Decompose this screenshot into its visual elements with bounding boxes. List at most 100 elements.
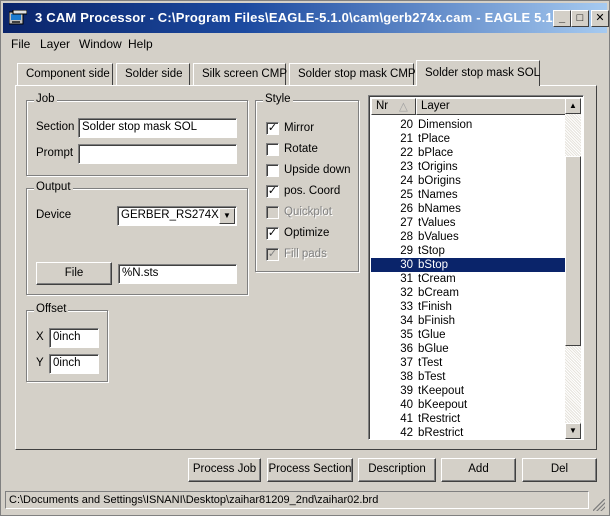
upside-down-checkbox[interactable] — [266, 164, 279, 177]
layer-name: tRestrict — [418, 413, 461, 425]
tab-solder-stop-mask-cmp[interactable]: Solder stop mask CMP — [289, 63, 416, 85]
layer-name: bKeepout — [418, 399, 468, 411]
layer-rows: 20 Dimension 21 tPlace 22 bPlace 23 tOrigins 24 b… — [371, 118, 566, 439]
layer-row[interactable]: 24 bOrigins — [371, 174, 566, 188]
layer-nr: 23 — [400, 161, 413, 173]
maximize-button[interactable]: □ — [571, 10, 589, 27]
process-section-button[interactable]: Process Section — [267, 458, 353, 482]
layer-row[interactable]: 29 tStop — [371, 244, 566, 258]
layer-nr: 32 — [400, 287, 413, 299]
offset-group-label: Offset — [34, 303, 69, 315]
layer-name: bGlue — [418, 343, 449, 355]
layer-name: tFinish — [418, 301, 452, 313]
del-button[interactable]: Del — [522, 458, 597, 482]
title-bar[interactable]: 3 CAM Processor - C:\Program Files\EAGLE… — [3, 3, 609, 33]
layer-row[interactable]: 37 tTest — [371, 356, 566, 370]
offset-x-input[interactable]: 0inch — [49, 328, 99, 348]
file-input[interactable]: %N.sts — [118, 264, 237, 284]
layer-row[interactable]: 31 tCream — [371, 272, 566, 286]
layer-nr: 39 — [400, 385, 413, 397]
fill-pads-checkbox: ✓ — [266, 248, 279, 261]
layer-row[interactable]: 21 tPlace — [371, 132, 566, 146]
layer-nr: 22 — [400, 147, 413, 159]
layer-row[interactable]: 39 tKeepout — [371, 384, 566, 398]
column-header-nr[interactable]: Nr △ — [371, 98, 416, 115]
rotate-checkbox[interactable] — [266, 143, 279, 156]
layer-row[interactable]: 22 bPlace — [371, 146, 566, 160]
menu-layer[interactable]: Layer — [40, 37, 70, 51]
chevron-down-icon[interactable]: ▼ — [219, 208, 235, 224]
layer-row[interactable]: 38 bTest — [371, 370, 566, 384]
resize-grip-icon[interactable] — [593, 499, 605, 511]
device-select[interactable]: GERBER_RS274X ▼ — [117, 206, 237, 226]
scroll-up-icon[interactable]: ▲ — [565, 98, 581, 114]
optimize-label: Optimize — [284, 227, 330, 239]
pos-coord-checkbox[interactable]: ✓ — [266, 185, 279, 198]
layer-name: tStop — [418, 245, 445, 257]
layer-row[interactable]: 42 bRestrict — [371, 426, 566, 439]
layer-name: bCream — [418, 287, 459, 299]
layer-nr: 31 — [400, 273, 413, 285]
layer-name: tNames — [418, 189, 458, 201]
mirror-checkbox[interactable]: ✓ — [266, 122, 279, 135]
tab-silk-screen-cmp[interactable]: Silk screen CMP — [193, 63, 287, 85]
layer-row[interactable]: 20 Dimension — [371, 118, 566, 132]
menu-help[interactable]: Help — [128, 37, 153, 51]
layer-name: bValues — [418, 231, 459, 243]
section-input[interactable]: Solder stop mask SOL — [78, 118, 237, 138]
layer-row[interactable]: 32 bCream — [371, 286, 566, 300]
menu-window[interactable]: Window — [79, 37, 122, 51]
tab-component-side[interactable]: Component side — [17, 63, 113, 85]
add-button[interactable]: Add — [441, 458, 516, 482]
sort-ascending-icon: △ — [399, 101, 408, 113]
layer-list-scrollbar[interactable]: ▲ ▼ — [565, 98, 581, 439]
quickplot-checkbox — [266, 206, 279, 219]
layer-row[interactable]: 28 bValues — [371, 230, 566, 244]
layer-name: tOrigins — [418, 161, 458, 173]
scroll-thumb[interactable] — [565, 156, 581, 346]
layer-nr: 42 — [400, 427, 413, 439]
tab-solder-side[interactable]: Solder side — [116, 63, 190, 85]
layer-name: tGlue — [418, 329, 446, 341]
layer-row[interactable]: 30 bStop — [371, 258, 566, 272]
layer-name: bOrigins — [418, 175, 461, 187]
process-job-button[interactable]: Process Job — [188, 458, 261, 482]
layer-nr: 21 — [400, 133, 413, 145]
output-group-label: Output — [34, 181, 73, 193]
description-button[interactable]: Description — [358, 458, 436, 482]
style-group-label: Style — [263, 93, 293, 105]
layer-nr: 28 — [400, 231, 413, 243]
file-button[interactable]: File — [36, 262, 112, 285]
menu-file[interactable]: File — [11, 37, 30, 51]
scroll-down-icon[interactable]: ▼ — [565, 423, 581, 439]
layer-row[interactable]: 36 bGlue — [371, 342, 566, 356]
device-label: Device — [36, 209, 72, 221]
layer-nr: 33 — [400, 301, 413, 313]
layer-row[interactable]: 27 tValues — [371, 216, 566, 230]
offset-y-label: Y — [36, 357, 44, 369]
tab-solder-stop-mask-sol[interactable]: Solder stop mask SOL — [416, 60, 540, 86]
layer-row[interactable]: 35 tGlue — [371, 328, 566, 342]
optimize-checkbox[interactable]: ✓ — [266, 227, 279, 240]
layer-row[interactable]: 33 tFinish — [371, 300, 566, 314]
window-title: 3 CAM Processor - C:\Program Files\EAGLE… — [35, 10, 565, 25]
upside-down-label: Upside down — [284, 164, 351, 176]
close-button[interactable]: ✕ — [591, 10, 609, 27]
layer-row[interactable]: 25 tNames — [371, 188, 566, 202]
layer-nr: 41 — [400, 413, 413, 425]
layer-list[interactable]: Nr △ Layer 20 Dimension 21 tPlace 22 bPlace 23… — [368, 95, 584, 440]
offset-y-input[interactable]: 0inch — [49, 354, 99, 374]
layer-nr: 20 — [400, 119, 413, 131]
layer-row[interactable]: 41 tRestrict — [371, 412, 566, 426]
layer-row[interactable]: 34 bFinish — [371, 314, 566, 328]
layer-row[interactable]: 26 bNames — [371, 202, 566, 216]
layer-nr: 30 — [400, 259, 413, 271]
minimize-button[interactable]: _ — [553, 10, 571, 27]
layer-row[interactable]: 23 tOrigins — [371, 160, 566, 174]
job-group: Job — [26, 93, 248, 176]
layer-row[interactable]: 40 bKeepout — [371, 398, 566, 412]
layer-nr: 29 — [400, 245, 413, 257]
column-nr-label: Nr — [376, 100, 389, 112]
column-header-layer[interactable]: Layer — [416, 98, 567, 115]
prompt-input[interactable] — [78, 144, 237, 164]
